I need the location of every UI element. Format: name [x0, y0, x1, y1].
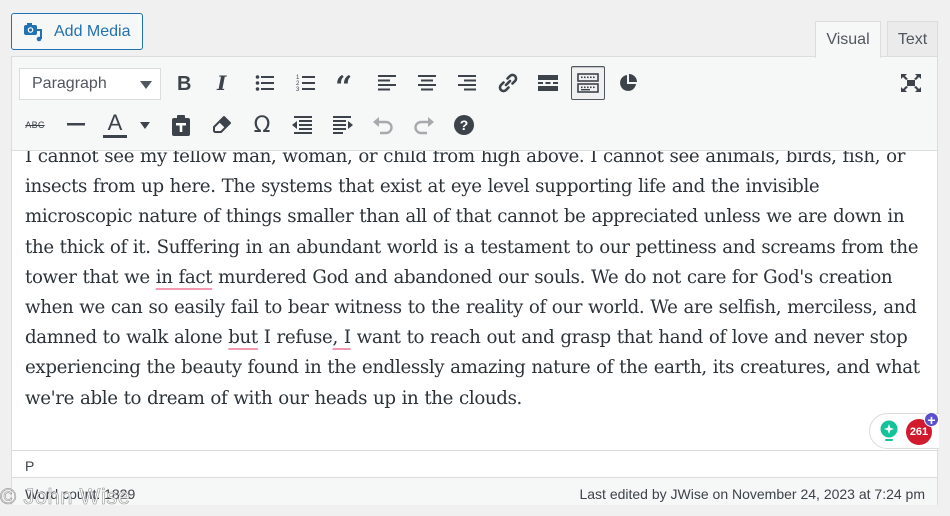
undo-icon — [373, 117, 393, 135]
fullscreen-button[interactable] — [894, 66, 928, 100]
help-icon: ? — [454, 115, 474, 135]
blockquote-icon: “ — [336, 75, 352, 91]
strikethrough-button[interactable]: ABC — [18, 108, 52, 142]
bulleted-list-icon — [255, 75, 274, 91]
insert-link-button[interactable] — [491, 66, 525, 100]
tab-visual-label: Visual — [826, 31, 870, 48]
tab-text[interactable]: Text — [887, 21, 938, 57]
editor-status-bar: Word count: 1829 Last edited by JWise on… — [12, 477, 937, 505]
format-select[interactable]: Paragraph — [19, 68, 161, 100]
grammarly-issue-count: 261 — [909, 426, 929, 438]
align-center-button[interactable] — [410, 66, 444, 100]
paste-text-icon — [172, 115, 190, 136]
tab-visual[interactable]: Visual — [815, 21, 881, 58]
svg-text:B: B — [177, 74, 191, 92]
spelling-flagged-text[interactable]: in fact — [156, 267, 213, 288]
redo-button[interactable] — [407, 108, 441, 142]
spelling-flagged-text[interactable]: , I — [332, 327, 351, 348]
eraser-icon — [213, 116, 231, 133]
spelling-flagged-text[interactable]: but — [228, 327, 258, 348]
caret-down-icon — [140, 121, 150, 129]
caret-down-icon — [140, 81, 152, 89]
horizontal-line-button[interactable] — [59, 108, 93, 142]
editor-content[interactable]: I cannot see my fellow man, woman, or ch… — [12, 151, 937, 450]
indent-icon — [333, 116, 353, 134]
chart-button[interactable] — [611, 66, 645, 100]
blockquote-button[interactable]: “ — [329, 66, 363, 100]
svg-text:I: I — [216, 74, 227, 92]
toolbar-row-1: Paragraph B I 123 “ — [12, 64, 937, 104]
read-more-icon — [538, 75, 558, 91]
toolbar-row-2: ABC A Ω ? — [12, 106, 937, 146]
align-right-button[interactable] — [450, 66, 484, 100]
tab-text-label: Text — [897, 30, 928, 48]
bold-icon: B — [177, 74, 191, 92]
wordpress-classic-editor: Add Media Visual Text Paragraph B I 1 2 … — [0, 0, 950, 516]
align-left-button[interactable] — [370, 66, 404, 100]
editor-container: Paragraph B I 123 “ — [11, 56, 939, 505]
numbered-list-button[interactable]: 123 — [289, 66, 323, 100]
link-icon — [498, 73, 518, 93]
svg-text:“: “ — [336, 75, 352, 91]
element-path-bar: P — [12, 450, 937, 477]
format-select-value: Paragraph — [32, 75, 107, 92]
bulleted-list-button[interactable] — [248, 66, 282, 100]
text-color-button[interactable]: A — [100, 108, 130, 142]
bold-button[interactable]: B — [167, 66, 201, 100]
read-more-button[interactable] — [531, 66, 565, 100]
fullscreen-icon — [901, 74, 921, 92]
keyboard-shortcuts-button[interactable]: ? — [447, 108, 481, 142]
element-path-p[interactable]: P — [25, 458, 34, 474]
outdent-icon — [292, 116, 312, 134]
text-color-dropdown[interactable] — [134, 108, 156, 142]
add-media-label: Add Media — [54, 22, 131, 40]
strikethrough-icon: ABC — [25, 120, 45, 130]
align-left-icon — [378, 75, 396, 91]
pie-chart-icon — [620, 74, 637, 91]
plus-glyph: + — [927, 411, 936, 428]
grammarly-plus-icon[interactable]: + — [924, 412, 939, 427]
paste-as-text-button[interactable] — [164, 108, 198, 142]
numbered-list-icon: 123 — [296, 75, 315, 92]
align-right-icon — [458, 75, 476, 91]
last-edited-info: Last edited by JWise on November 24, 202… — [579, 486, 925, 502]
undo-button[interactable] — [366, 108, 400, 142]
word-count: Word count: 1829 — [25, 486, 136, 502]
italic-icon: I — [216, 74, 227, 92]
editor-toolbar: Paragraph B I 123 “ — [12, 57, 937, 151]
text-color-icon: A — [103, 112, 127, 138]
keyboard-icon — [577, 73, 599, 93]
horizontal-line-icon — [67, 123, 85, 126]
outdent-button[interactable] — [285, 108, 319, 142]
special-character-button[interactable]: Ω — [245, 108, 279, 142]
grammarly-widget[interactable]: 261 + — [869, 412, 939, 449]
media-icon — [24, 22, 42, 41]
add-media-button[interactable]: Add Media — [11, 13, 143, 50]
grammarly-bulb-icon — [880, 420, 898, 441]
italic-button[interactable]: I — [207, 66, 241, 100]
content-paragraph: I cannot see my fellow man, woman, or ch… — [25, 151, 924, 414]
svg-text:3: 3 — [296, 87, 300, 92]
text-segment: I refuse — [257, 327, 333, 349]
omega-icon: Ω — [253, 112, 271, 138]
align-center-icon — [418, 75, 436, 91]
toolbar-toggle-button[interactable] — [571, 66, 605, 100]
redo-icon — [414, 117, 434, 135]
text-color-glyph: A — [107, 110, 123, 135]
indent-button[interactable] — [326, 108, 360, 142]
clear-formatting-button[interactable] — [205, 108, 239, 142]
